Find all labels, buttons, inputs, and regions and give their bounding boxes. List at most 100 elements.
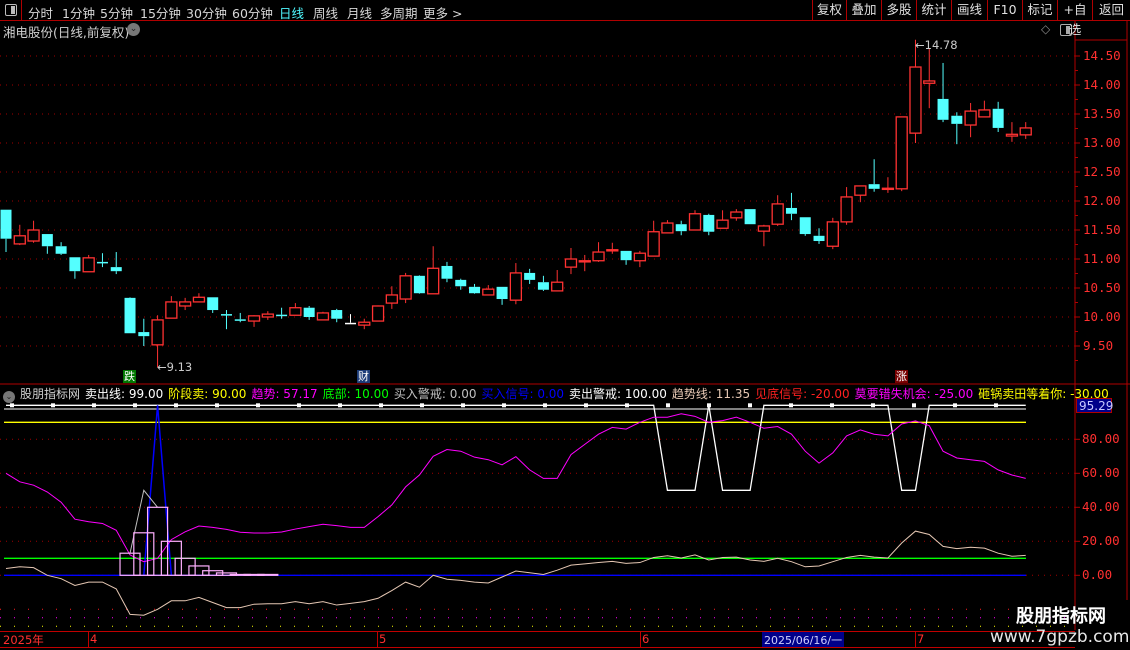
sell-line-marker: [379, 403, 383, 408]
panel-toggle-icon[interactable]: [0, 0, 22, 21]
histogram-bar: [119, 552, 141, 576]
marker-down: 跌: [123, 370, 136, 383]
chevron-down-icon[interactable]: ⌄: [127, 23, 140, 36]
candle-body-up: [551, 281, 564, 292]
marker-up: 涨: [895, 370, 908, 383]
candle-body-down: [345, 322, 356, 325]
candle-body-down: [138, 332, 150, 337]
price-axis-label: 13.50: [1083, 106, 1121, 121]
legend-item: 莫要错失机会: -25.00: [854, 387, 974, 401]
toolbar-button-3[interactable]: 统计: [916, 0, 951, 21]
candle-body-down: [303, 307, 315, 317]
candle-body-up: [564, 258, 578, 268]
date-axis: [0, 631, 1075, 648]
candle-body-up: [826, 221, 839, 247]
trend-line: [5, 413, 1026, 563]
chart-canvas[interactable]: [0, 0, 1130, 650]
toolbar-button-2[interactable]: 多股: [881, 0, 916, 21]
candle-body-up: [316, 312, 330, 321]
price-axis-label: 12.50: [1083, 164, 1121, 179]
sell-line-marker: [994, 403, 998, 408]
price-axis-label: 14.00: [1083, 77, 1121, 92]
tab-3[interactable]: 15分钟: [140, 3, 181, 22]
chevron-down-icon[interactable]: ⌄: [3, 391, 15, 403]
date-month: 6: [640, 632, 650, 647]
candle-body-down: [868, 184, 880, 189]
candle-body-up: [716, 219, 729, 229]
candle-body-up: [895, 116, 908, 190]
sell-line-marker: [256, 403, 260, 408]
candle-body-down: [937, 98, 949, 120]
candle-body-down: [207, 297, 219, 311]
sell-line-marker: [584, 403, 588, 408]
tab-9[interactable]: 多周期: [380, 3, 418, 22]
tab-10[interactable]: 更多 >: [423, 3, 462, 22]
histogram-bar: [174, 557, 196, 576]
tab-4[interactable]: 30分钟: [186, 3, 227, 22]
toolbar-button-0[interactable]: 复权: [812, 0, 846, 21]
candle-body-up: [289, 307, 302, 316]
candle-body-up: [385, 294, 398, 304]
candle-body-up: [27, 229, 40, 242]
candle-body-up: [178, 301, 192, 307]
tab-2[interactable]: 5分钟: [100, 3, 133, 22]
candle-body-up: [606, 249, 619, 252]
candle-body-up: [427, 267, 440, 295]
high-price-label: ←14.78: [915, 38, 958, 52]
watermark-url: www.7gpzb.com: [990, 627, 1130, 647]
price-axis-label: 10.50: [1083, 280, 1121, 295]
candle-body-up: [82, 257, 95, 273]
candle-body-down: [110, 267, 122, 272]
tab-1[interactable]: 1分钟: [62, 3, 95, 22]
candle-body-up: [371, 305, 385, 322]
candle-body-down: [124, 297, 136, 334]
sell-line-marker: [133, 403, 137, 408]
date-year: 2025年: [3, 633, 44, 647]
toolbar-button-1[interactable]: 叠加: [846, 0, 881, 21]
toolbar-button-6[interactable]: 标记: [1022, 0, 1057, 21]
candle-body-down: [96, 261, 108, 264]
tab-6[interactable]: 日线: [279, 3, 304, 22]
sell-line-marker: [10, 403, 14, 408]
date-month: 7: [915, 632, 925, 647]
candle-body-up: [978, 109, 991, 118]
tab-0[interactable]: 分时: [28, 3, 53, 22]
candle-body-down: [455, 279, 467, 287]
toolbar-button-4[interactable]: 画线: [951, 0, 987, 21]
tab-5[interactable]: 60分钟: [232, 3, 273, 22]
candle-body-up: [151, 319, 164, 346]
sell-line-marker: [92, 403, 96, 408]
legend-item: 买入警戒: 0.00: [393, 387, 477, 401]
candle-body-down: [441, 265, 453, 279]
toolbar-button-5[interactable]: F10: [987, 0, 1022, 21]
candle-body-down: [413, 275, 425, 294]
candle-body-up: [688, 213, 702, 231]
tab-8[interactable]: 月线: [347, 3, 372, 22]
candle-body-down: [69, 257, 81, 272]
candle-body-up: [1005, 133, 1019, 137]
legend-item: 底部: 10.00: [322, 387, 389, 401]
marker-finance[interactable]: 财: [357, 370, 370, 383]
toolbar-button-7[interactable]: +自选: [1057, 0, 1092, 37]
toolbar-button-8[interactable]: 返回: [1092, 0, 1130, 21]
legend-item: 卖出警戒: 100.00: [569, 387, 667, 401]
price-axis-label: 9.50: [1083, 338, 1114, 353]
indicator-name[interactable]: 股朋指标网: [20, 387, 80, 401]
tab-7[interactable]: 周线: [313, 3, 338, 22]
indicator-axis-label: 80.00: [1082, 431, 1120, 447]
candle-body-down: [992, 108, 1004, 128]
candle-body-up: [771, 203, 784, 225]
candle-body-up: [964, 110, 977, 126]
candle-body-down: [220, 314, 232, 316]
sell-line-marker: [830, 403, 834, 408]
candle-body-up: [482, 288, 495, 296]
diamond-icon[interactable]: ◇: [1041, 22, 1050, 36]
candle-body-up: [1019, 127, 1032, 136]
candle-body-up: [633, 252, 647, 262]
candle-body-down: [951, 115, 963, 124]
candle-body-down: [55, 246, 67, 254]
legend-item: 买入信号: 0.00: [481, 387, 565, 401]
cursor-date: 2025/06/16/一: [762, 632, 845, 647]
candle-body-down: [813, 235, 825, 242]
candle-body-up: [647, 231, 660, 257]
